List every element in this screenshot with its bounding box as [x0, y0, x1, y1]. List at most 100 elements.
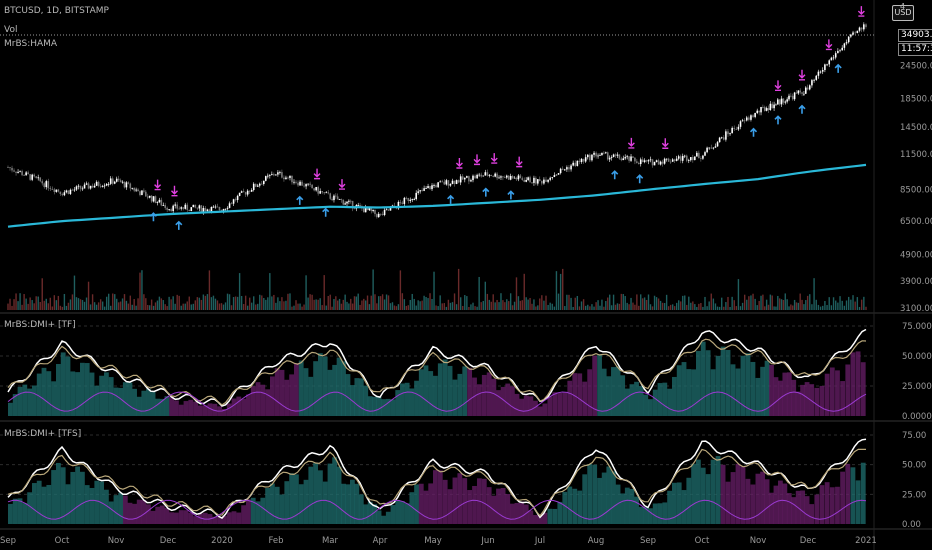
di-histogram-bar	[452, 477, 458, 524]
volume-bar	[773, 306, 775, 310]
candle-body	[230, 203, 233, 205]
volume-bar	[688, 296, 690, 310]
di-histogram-bar	[336, 357, 342, 416]
candle-body	[35, 176, 37, 178]
di-histogram-bar	[676, 482, 682, 524]
volume-bar	[531, 303, 533, 310]
candle-body	[832, 57, 835, 59]
volume-bar	[459, 297, 462, 310]
candle-body	[754, 112, 756, 117]
candle-body	[41, 181, 44, 184]
di-histogram-bar	[791, 497, 797, 524]
di-histogram-bar	[725, 481, 731, 524]
di-histogram-bar	[308, 466, 314, 524]
di-histogram-bar	[322, 481, 328, 524]
candle-body	[455, 180, 458, 184]
sell-arrow	[313, 168, 321, 180]
time-tick-label: May	[424, 536, 442, 546]
volume-bar	[399, 270, 402, 310]
di-histogram-bar	[322, 356, 328, 416]
volume-bar	[801, 299, 803, 310]
volume-bar	[63, 293, 66, 310]
volume-bar	[735, 306, 738, 310]
volume-bar	[498, 302, 500, 310]
di-histogram-bar	[8, 503, 13, 524]
price-tick-label: 8500.00	[900, 186, 932, 196]
di-histogram-bar	[400, 383, 405, 416]
di-histogram-bar	[496, 488, 501, 524]
di-histogram-bar	[547, 508, 553, 524]
candle-body	[727, 131, 729, 135]
candle-body	[417, 191, 419, 193]
di-histogram-bar	[845, 364, 851, 416]
volume-bar	[775, 306, 777, 310]
volume-bar	[597, 300, 599, 310]
volume-bar	[752, 293, 754, 310]
di-histogram-bar	[385, 511, 391, 524]
candle-body	[156, 202, 159, 203]
di-histogram-bar	[260, 497, 266, 524]
di-histogram-bar	[740, 466, 746, 524]
di-histogram-bar	[127, 502, 133, 524]
volume-bar	[806, 295, 809, 310]
volume-bar	[547, 304, 549, 310]
volume-bar	[535, 306, 537, 310]
di-histogram-bar	[36, 480, 42, 524]
candle-body	[584, 157, 587, 162]
volume-label[interactable]: Vol	[4, 25, 17, 36]
candle-body	[603, 152, 605, 154]
di-histogram-bar	[481, 374, 487, 416]
volume-bar	[468, 306, 470, 310]
dmi-tf-pane	[0, 325, 874, 416]
candle-body	[696, 152, 698, 157]
di-histogram-bar	[735, 463, 741, 524]
candle-body	[852, 32, 854, 35]
candle-body	[336, 196, 339, 200]
pane2-label[interactable]: MrBS:DMI+ [TFS]	[4, 429, 81, 440]
sell-arrow	[627, 137, 635, 149]
di-histogram-bar	[715, 355, 721, 416]
volume-bar	[756, 305, 758, 310]
candle-body	[271, 174, 273, 175]
volume-bar	[411, 293, 413, 310]
candle-body	[148, 195, 151, 198]
volume-bar	[578, 306, 581, 310]
overlay-label[interactable]: MrBS:HAMA	[4, 39, 57, 50]
volume-bar	[99, 299, 102, 310]
di-histogram-bar	[75, 466, 80, 524]
di-histogram-bar	[819, 485, 825, 524]
di-histogram-bar	[705, 474, 711, 524]
candle-body	[795, 92, 798, 94]
volume-bar	[43, 300, 45, 310]
symbol-title[interactable]: BTCUSD, 1D, BITSTAMP	[4, 6, 109, 17]
candle-body	[57, 189, 60, 192]
candle-body	[305, 184, 307, 187]
volume-bar	[168, 296, 170, 310]
di-histogram-bar	[638, 386, 644, 416]
volume-bar	[500, 293, 502, 310]
candle-body	[457, 180, 460, 183]
di-histogram-bar	[313, 462, 318, 524]
candle-body	[743, 120, 746, 122]
volume-bar	[519, 300, 522, 310]
volume-bar	[226, 293, 229, 310]
volume-bar	[331, 306, 333, 310]
di-histogram-bar	[155, 506, 161, 524]
di-histogram-bar	[414, 484, 419, 524]
candle-body	[480, 174, 483, 177]
candle-body	[582, 158, 585, 162]
di-histogram-bar	[760, 471, 766, 524]
di-histogram-bar	[265, 487, 270, 524]
candle-body	[374, 209, 376, 215]
di-histogram-bar	[491, 378, 497, 416]
pane1-label[interactable]: MrBS:DMI+ [TF]	[4, 320, 76, 331]
di-histogram-bar	[681, 362, 687, 416]
candle-body	[236, 195, 239, 200]
volume-bar	[67, 302, 70, 310]
volume-bar	[608, 294, 611, 310]
di-histogram-bar	[648, 399, 653, 416]
volume-bar	[655, 297, 658, 310]
di-histogram-bar	[557, 501, 563, 524]
candle-body	[614, 154, 617, 156]
candle-body	[463, 177, 466, 180]
